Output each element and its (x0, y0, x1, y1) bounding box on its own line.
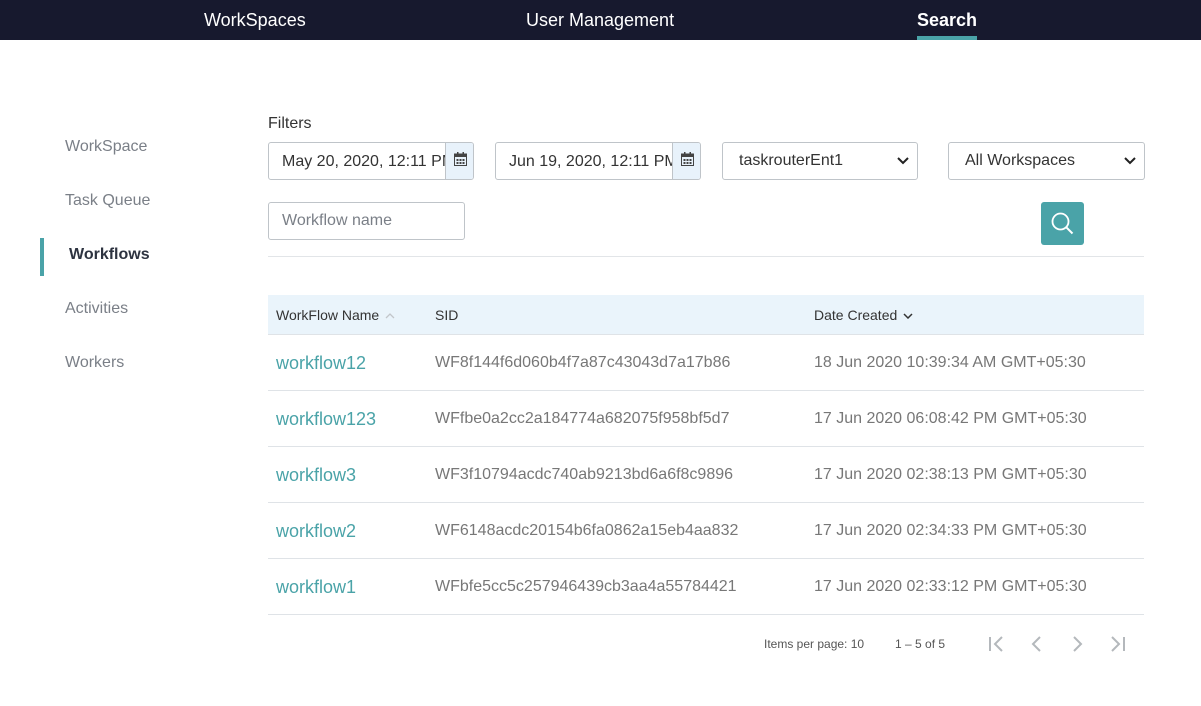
page-range-label: 1 – 5 of 5 (895, 637, 946, 651)
end-date-picker-button[interactable] (672, 143, 700, 179)
account-select-value: taskrouterEnt1 (739, 152, 844, 169)
column-header-workflow-name[interactable]: WorkFlow Name (276, 295, 395, 335)
chevron-down-icon (1124, 157, 1136, 165)
sidebar: WorkSpace Task Queue Workflows Activitie… (40, 120, 220, 390)
active-indicator (40, 238, 44, 276)
top-navbar: WorkSpaces User Management Search (0, 0, 1201, 40)
previous-page-button[interactable] (1025, 632, 1049, 656)
paginator: Items per page: 10 1 – 5 of 5 (268, 626, 1144, 662)
next-page-button[interactable] (1065, 632, 1089, 656)
workflow-date-created: 17 Jun 2020 06:08:42 PM GMT+05:30 (814, 410, 1087, 427)
next-page-icon (1073, 636, 1083, 652)
table-row: workflow2 WF6148acdc20154b6fa0862a15eb4a… (268, 503, 1144, 559)
workflow-name-input[interactable] (268, 202, 465, 240)
workflow-date-created: 17 Jun 2020 02:33:12 PM GMT+05:30 (814, 578, 1087, 595)
workflow-date-created: 17 Jun 2020 02:34:33 PM GMT+05:30 (814, 522, 1087, 539)
first-page-icon (989, 636, 1003, 652)
table-row: workflow1 WFbfe5cc5c257946439cb3aa4a5578… (268, 559, 1144, 615)
nav-workspaces[interactable]: WorkSpaces (204, 0, 306, 40)
workflow-sid: WF6148acdc20154b6fa0862a15eb4aa832 (435, 522, 739, 539)
workspace-select-value: All Workspaces (965, 152, 1075, 169)
items-per-page-label[interactable]: Items per page: 10 (764, 626, 864, 662)
calendar-icon (681, 152, 694, 166)
sidebar-item-workflows[interactable]: Workflows (40, 228, 220, 282)
account-select[interactable]: taskrouterEnt1 (722, 142, 918, 180)
filters-divider (268, 256, 1144, 257)
last-page-button[interactable] (1105, 632, 1129, 656)
sidebar-item-workspace[interactable]: WorkSpace (40, 120, 220, 174)
last-page-icon (1111, 636, 1125, 652)
workflow-name-link[interactable]: workflow123 (276, 391, 376, 447)
search-button[interactable] (1041, 202, 1084, 245)
workflow-name-link[interactable]: workflow12 (276, 335, 366, 391)
sort-asc-icon (385, 313, 395, 319)
table-row: workflow123 WFfbe0a2cc2a184774a682075f95… (268, 391, 1144, 447)
end-date-field[interactable]: Jun 19, 2020, 12:11 PM (495, 142, 701, 180)
chevron-down-icon (897, 157, 909, 165)
workflow-date-created: 17 Jun 2020 02:38:13 PM GMT+05:30 (814, 466, 1087, 483)
workflow-sid: WF3f10794acdc740ab9213bd6a6f8c9896 (435, 466, 734, 483)
active-tab-indicator (917, 36, 978, 40)
column-header-sid[interactable]: SID (435, 295, 458, 335)
column-header-label: WorkFlow Name (276, 307, 380, 323)
sort-desc-icon (903, 313, 913, 320)
workflow-date-created: 18 Jun 2020 10:39:34 AM GMT+05:30 (814, 354, 1086, 371)
nav-search[interactable]: Search (917, 0, 978, 40)
prev-page-icon (1031, 636, 1041, 652)
calendar-icon (454, 152, 467, 166)
start-date-field[interactable]: May 20, 2020, 12:11 PM (268, 142, 474, 180)
workflow-name-link[interactable]: workflow3 (276, 447, 356, 503)
nav-search-label: Search (917, 10, 978, 30)
start-date-value: May 20, 2020, 12:11 PM (282, 153, 456, 170)
filters-label: Filters (268, 115, 312, 132)
table-header: WorkFlow Name SID Date Created (268, 295, 1144, 335)
sidebar-item-workers[interactable]: Workers (40, 336, 220, 390)
column-header-label: Date Created (814, 307, 898, 323)
workflows-table: WorkFlow Name SID Date Created workflow1… (268, 295, 1144, 615)
search-icon (1051, 212, 1074, 235)
first-page-button[interactable] (985, 632, 1009, 656)
workflow-sid: WFbfe5cc5c257946439cb3aa4a55784421 (435, 578, 737, 595)
workflow-name-link[interactable]: workflow2 (276, 503, 356, 559)
sidebar-item-label: Workflows (69, 246, 150, 263)
sidebar-item-activities[interactable]: Activities (40, 282, 220, 336)
end-date-value: Jun 19, 2020, 12:11 PM (509, 153, 678, 170)
table-row: workflow12 WF8f144f6d060b4f7a87c43043d7a… (268, 335, 1144, 391)
workflow-sid: WF8f144f6d060b4f7a87c43043d7a17b86 (435, 354, 731, 371)
table-row: workflow3 WF3f10794acdc740ab9213bd6a6f8c… (268, 447, 1144, 503)
workflow-name-link[interactable]: workflow1 (276, 559, 356, 615)
nav-user-management[interactable]: User Management (526, 0, 674, 40)
column-header-date-created[interactable]: Date Created (814, 295, 913, 335)
workspace-select[interactable]: All Workspaces (948, 142, 1145, 180)
sidebar-item-task-queue[interactable]: Task Queue (40, 174, 220, 228)
start-date-picker-button[interactable] (445, 143, 473, 179)
workflow-sid: WFfbe0a2cc2a184774a682075f958bf5d7 (435, 410, 730, 427)
